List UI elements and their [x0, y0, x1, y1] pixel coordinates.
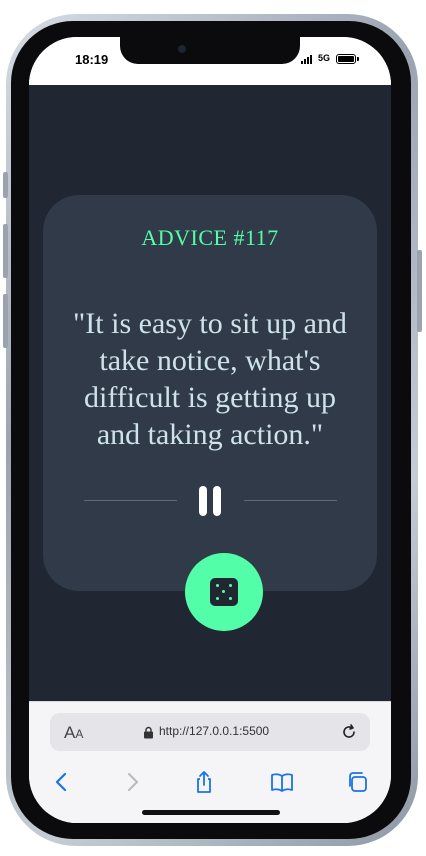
- advice-app: ADVICE #117 "It is easy to sit up and ta…: [29, 85, 391, 701]
- new-advice-button[interactable]: [185, 553, 263, 631]
- side-button: [3, 172, 8, 198]
- battery-icon: [336, 54, 356, 64]
- battery-tip: [357, 57, 359, 61]
- text-size-button[interactable]: AA: [64, 723, 83, 743]
- status-bar: 18:19 5G: [29, 37, 391, 85]
- signal-icon: [301, 55, 315, 64]
- home-indicator: [142, 810, 280, 815]
- network-type: 5G: [318, 53, 331, 63]
- advice-number: ADVICE #117: [141, 225, 279, 250]
- reload-icon[interactable]: [340, 723, 358, 741]
- pause-divider-icon: [199, 486, 207, 516]
- lock-icon: [144, 726, 153, 739]
- status-time: 18:19: [75, 52, 109, 67]
- volume-up-button: [3, 224, 8, 278]
- volume-down-button: [3, 294, 8, 348]
- front-camera: [178, 45, 186, 53]
- tabs-icon[interactable]: [345, 769, 371, 795]
- back-icon[interactable]: [49, 769, 75, 795]
- address-bar[interactable]: AA http://127.0.0.1:5500: [50, 713, 370, 751]
- dice-icon: [210, 578, 238, 606]
- power-button: [417, 250, 422, 332]
- bookmarks-icon[interactable]: [269, 769, 295, 795]
- advice-quote: "It is easy to sit up and take notice, w…: [73, 307, 347, 451]
- url-text[interactable]: http://127.0.0.1:5500: [159, 724, 269, 738]
- phone-screen: 18:19 5G ADVICE #117 "It is easy to sit …: [29, 37, 391, 823]
- pause-divider-icon: [213, 486, 221, 516]
- share-icon[interactable]: [191, 769, 217, 795]
- divider-line-left: [84, 500, 177, 501]
- divider-line-right: [244, 500, 337, 501]
- advice-card: ADVICE #117 "It is easy to sit up and ta…: [43, 195, 377, 631]
- browser-toolbar: AA http://127.0.0.1:5500: [29, 701, 391, 823]
- notch: [120, 37, 300, 64]
- forward-icon[interactable]: [119, 769, 145, 795]
